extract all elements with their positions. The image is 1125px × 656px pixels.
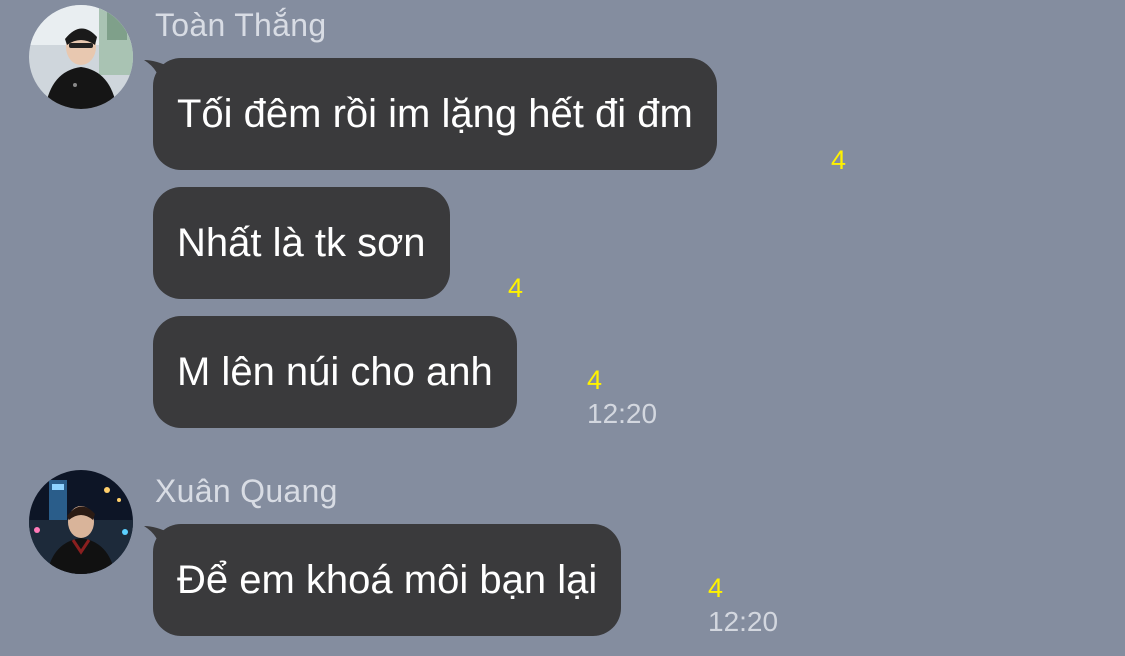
message-row: Để em khoá môi bạn lại 4 12:20 — [0, 524, 1125, 638]
unread-count: 4 — [708, 573, 724, 603]
message-text: Nhất là tk sơn — [177, 220, 426, 265]
unread-count: 4 — [508, 273, 524, 303]
message-meta: 4 12:20 — [587, 364, 657, 430]
message-row: M lên núi cho anh 4 12:20 — [0, 316, 1125, 430]
message-timestamp: 12:20 — [708, 606, 779, 637]
message-bubble[interactable]: Tối đêm rồi im lặng hết đi đm — [153, 58, 717, 170]
message-meta: 4 12:20 — [708, 572, 778, 638]
chat-conversation: Toàn Thắng Tối đêm rồi im lặng hết đi đm… — [0, 0, 1125, 656]
message-text: Để em khoá môi bạn lại — [177, 557, 598, 602]
unread-count: 4 — [831, 145, 847, 175]
message-meta: 4 — [831, 144, 846, 176]
unread-count: 4 — [587, 365, 603, 395]
message-row: Tối đêm rồi im lặng hết đi đm 4 — [0, 58, 1125, 175]
message-bubble[interactable]: M lên núi cho anh — [153, 316, 517, 428]
message-text: M lên núi cho anh — [177, 349, 493, 394]
message-text: Tối đêm rồi im lặng hết đi đm — [177, 91, 693, 136]
message-bubble[interactable]: Nhất là tk sơn — [153, 187, 450, 299]
message-meta: 4 — [508, 272, 523, 304]
message-timestamp: 12:20 — [587, 398, 658, 429]
message-row: Nhất là tk sơn 4 — [0, 187, 1125, 303]
sender-name: Xuân Quang — [155, 473, 338, 509]
sender-name: Toàn Thắng — [155, 7, 327, 43]
message-bubble[interactable]: Để em khoá môi bạn lại — [153, 524, 622, 636]
